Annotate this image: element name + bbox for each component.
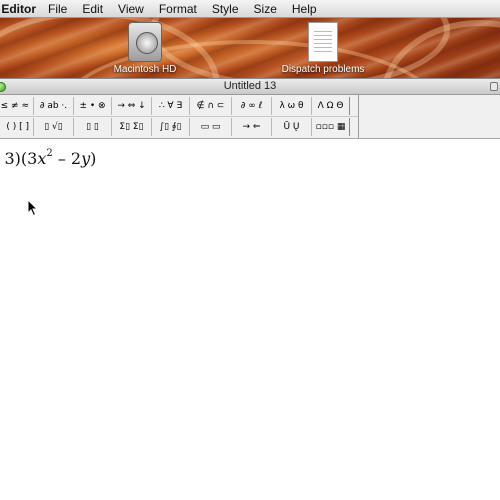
desktop-icon-dispatch-problems[interactable]: Dispatch problems (268, 22, 378, 75)
desktop-icon-macintosh-hd[interactable]: Macintosh HD (90, 22, 200, 75)
palette-subscripts[interactable]: ▯ ▯ (74, 118, 112, 136)
palette-row-symbols: ≤ ≠ ≈ ∂ ab ·. ± • ⊗ → ⇔ ↓ ∴ ∀ ∃ ∉ ∩ ⊂ ∂ … (0, 96, 350, 116)
equation-prefix: - 3)(3 (0, 149, 38, 168)
palette-edge (358, 95, 359, 138)
equation-field[interactable]: - 3)(3x2 – 2y) (0, 147, 97, 168)
symbol-palette-bar: ≤ ≠ ≈ ∂ ab ·. ± • ⊗ → ⇔ ↓ ∴ ∀ ∃ ∉ ∩ ⊂ ∂ … (0, 95, 500, 139)
palette-logical[interactable]: ∴ ∀ ∃ (152, 97, 190, 115)
mouse-pointer-icon (27, 199, 39, 217)
menu-help[interactable]: Help (292, 2, 317, 16)
palette-integrals[interactable]: ∫▯ ∮▯ (152, 118, 190, 136)
hard-drive-icon (128, 22, 162, 62)
document-window: Untitled 13 ≤ ≠ ≈ ∂ ab ·. ± • ⊗ → ⇔ ↓ ∴ … (0, 78, 500, 500)
palette-fences[interactable]: ( ) [ ] (0, 118, 34, 136)
window-title: Untitled 13 (223, 80, 277, 92)
toolbar-toggle-button[interactable] (490, 82, 498, 91)
palette-spaces-ellipses[interactable]: ∂ ab ·. (34, 97, 74, 115)
palette-set-theory[interactable]: ∉ ∩ ⊂ (190, 97, 232, 115)
palette-operators[interactable]: ± • ⊗ (74, 97, 112, 115)
palette-bars[interactable]: ▭ ▭ (190, 118, 232, 136)
equation-var-y: y (81, 149, 91, 168)
palette-greek-upper[interactable]: Λ Ω Θ (312, 97, 350, 115)
palette-row-templates: ( ) [ ] ▯ √▯ ▯ ▯ Σ▯ Σ▯ ∫▯ ∮▯ ▭ ▭ → ⇐ Ū Ų… (0, 117, 350, 137)
palette-greek-lower[interactable]: λ ω θ (272, 97, 312, 115)
menu-file[interactable]: File (48, 2, 67, 16)
palette-arrows[interactable]: → ⇔ ↓ (112, 97, 152, 115)
palette-products-sets[interactable]: Ū Ų (272, 118, 312, 136)
palette-labeled-arrows[interactable]: → ⇐ (232, 118, 272, 136)
palette-sums[interactable]: Σ▯ Σ▯ (112, 118, 152, 136)
menu-format[interactable]: Format (159, 2, 197, 16)
menu-edit[interactable]: Edit (82, 2, 103, 16)
palette-relational[interactable]: ≤ ≠ ≈ (0, 97, 34, 115)
document-icon (308, 22, 338, 62)
menu-view[interactable]: View (118, 2, 144, 16)
menu-bar: ion Editor File Edit View Format Style S… (0, 0, 500, 18)
menu-size[interactable]: Size (254, 2, 277, 16)
window-titlebar[interactable]: Untitled 13 (0, 79, 500, 95)
menu-style[interactable]: Style (212, 2, 239, 16)
equation-suffix: ) (90, 149, 97, 168)
palette-misc-symbols[interactable]: ∂ ∞ ℓ (232, 97, 272, 115)
palette-fractions-radicals[interactable]: ▯ √▯ (34, 118, 74, 136)
desktop-icon-label: Macintosh HD (113, 64, 177, 75)
equation-middle: – 2 (52, 149, 82, 168)
app-menu[interactable]: ion Editor (0, 2, 36, 16)
equation-exponent: 2 (46, 147, 53, 159)
desktop-icon-label: Dispatch problems (281, 64, 365, 75)
palette-matrices[interactable]: ▫▫▫ ▦ (312, 118, 350, 136)
